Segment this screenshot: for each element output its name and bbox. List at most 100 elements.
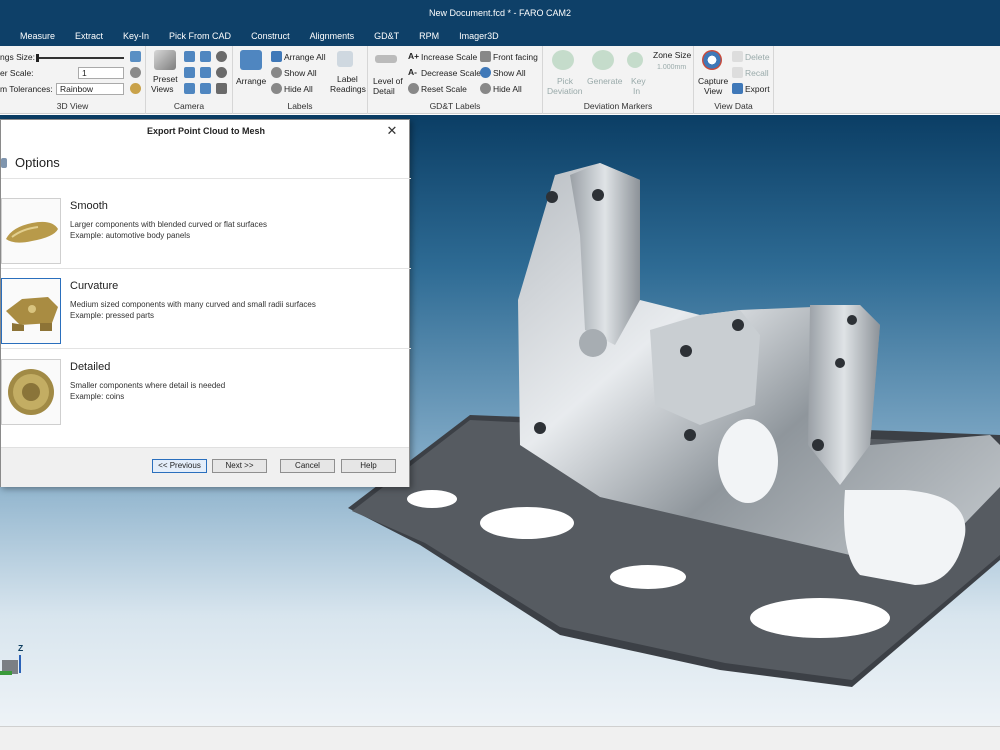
- detailed-title: Detailed: [70, 361, 111, 373]
- key-in-label-2[interactable]: In: [633, 86, 640, 96]
- detailed-example: Example: coins: [70, 392, 125, 401]
- show-all-icon[interactable]: [271, 67, 282, 78]
- export-label[interactable]: Export: [745, 84, 770, 94]
- zone-size-value[interactable]: 1.000mm: [657, 64, 686, 71]
- plate-hole: [610, 565, 686, 589]
- rotate-icon[interactable]: [184, 51, 195, 62]
- gdt-show-all-icon[interactable]: [480, 67, 491, 78]
- bolt-hole: [847, 315, 857, 325]
- option-detailed[interactable]: Detailed Smaller components where detail…: [1, 359, 409, 427]
- decrease-scale-icon[interactable]: A-: [408, 67, 417, 77]
- front-facing-label[interactable]: Front facing: [493, 52, 538, 62]
- zone-size-label: Zone Size: [653, 50, 692, 60]
- settings-size-slider[interactable]: [36, 57, 124, 59]
- zoom-in-icon[interactable]: [200, 51, 211, 62]
- gdt-show-all-label[interactable]: Show All: [493, 68, 526, 78]
- zoom-icon[interactable]: [200, 67, 211, 78]
- group-camera: Preset Views Camera: [146, 46, 233, 114]
- recall-icon[interactable]: [732, 67, 743, 78]
- arrange-label[interactable]: Arrange: [236, 76, 266, 86]
- option-curvature[interactable]: Curvature Medium sized components with m…: [1, 278, 409, 346]
- reset-scale-label[interactable]: Reset Scale: [421, 84, 467, 94]
- bolt-hole: [680, 345, 692, 357]
- slider-knob[interactable]: [36, 54, 39, 62]
- delete-icon[interactable]: [732, 51, 743, 62]
- hide-all-icon[interactable]: [271, 83, 282, 94]
- label-readings-label-2[interactable]: Readings: [330, 84, 366, 94]
- increase-scale-icon[interactable]: A+: [408, 51, 419, 61]
- key-in-icon[interactable]: [627, 52, 643, 68]
- preset-views-label-2[interactable]: Views: [151, 84, 174, 94]
- settings-size-label: ngs Size:: [0, 52, 35, 62]
- menu-key-in[interactable]: Key-In: [113, 26, 159, 46]
- delete-label[interactable]: Delete: [745, 52, 770, 62]
- option-smooth[interactable]: Smooth Larger components with blended cu…: [1, 198, 409, 266]
- group-label-deviation: Deviation Markers: [583, 101, 653, 111]
- grid-icon[interactable]: [130, 51, 141, 62]
- group-labels: Arrange Arrange All Show All Hide All La…: [233, 46, 368, 114]
- scale-input[interactable]: 1: [78, 67, 124, 79]
- close-icon[interactable]: ✕: [385, 124, 399, 138]
- level-of-detail-icon[interactable]: [375, 55, 397, 63]
- palette-icon[interactable]: [130, 83, 141, 94]
- smooth-thumbnail[interactable]: [1, 198, 61, 264]
- next-button[interactable]: Next >>: [212, 459, 267, 473]
- curvature-thumbnail[interactable]: [1, 278, 61, 344]
- decrease-scale-label[interactable]: Decrease Scale: [421, 68, 481, 78]
- hide-all-label[interactable]: Hide All: [284, 84, 313, 94]
- group-label-gdt-labels: GD&T Labels: [429, 101, 481, 111]
- capture-view-icon[interactable]: [702, 50, 722, 70]
- menu-measure[interactable]: Measure: [0, 26, 65, 46]
- key-in-label-1[interactable]: Key: [631, 76, 646, 86]
- reset-scale-icon[interactable]: [408, 83, 419, 94]
- menu-pick-from-cad[interactable]: Pick From CAD: [159, 26, 241, 46]
- reset-view-icon[interactable]: [216, 83, 227, 94]
- menu-extract[interactable]: Extract: [65, 26, 113, 46]
- arrange-icon[interactable]: [240, 50, 262, 70]
- menu-gdt[interactable]: GD&T: [364, 26, 409, 46]
- detailed-thumbnail[interactable]: [1, 359, 61, 425]
- divider: [1, 268, 411, 269]
- export-icon[interactable]: [732, 83, 743, 94]
- show-all-label[interactable]: Show All: [284, 68, 317, 78]
- spin-icon[interactable]: [216, 67, 227, 78]
- bolt-hole: [546, 191, 558, 203]
- menu-imager3d[interactable]: Imager3D: [449, 26, 509, 46]
- arrange-all-label[interactable]: Arrange All: [284, 52, 326, 62]
- generate-label[interactable]: Generate: [587, 76, 622, 86]
- preset-views-label-1[interactable]: Preset: [153, 74, 178, 84]
- bolt-hole: [835, 358, 845, 368]
- tolerances-select[interactable]: Rainbow: [56, 83, 124, 95]
- orbit-icon[interactable]: [216, 51, 227, 62]
- capture-view-label-2[interactable]: View: [704, 86, 722, 96]
- help-button[interactable]: Help: [341, 459, 396, 473]
- globe-icon[interactable]: [130, 67, 141, 78]
- cancel-button[interactable]: Cancel: [280, 459, 335, 473]
- pick-deviation-icon[interactable]: [552, 50, 574, 70]
- group-gdt-labels: Level of Detail A+ Increase Scale A- Dec…: [368, 46, 543, 114]
- preset-views-icon[interactable]: [154, 50, 176, 70]
- label-readings-label-1[interactable]: Label: [337, 74, 358, 84]
- increase-scale-label[interactable]: Increase Scale: [421, 52, 477, 62]
- pan-icon[interactable]: [184, 67, 195, 78]
- window-titlebar: New Document.fcd * - FARO CAM2: [0, 0, 1000, 26]
- recall-label[interactable]: Recall: [745, 68, 769, 78]
- previous-button[interactable]: << Previous: [152, 459, 207, 473]
- fit-icon[interactable]: [200, 83, 211, 94]
- front-facing-icon[interactable]: [480, 51, 491, 62]
- menu-construct[interactable]: Construct: [241, 26, 300, 46]
- level-of-detail-label-1[interactable]: Level of: [373, 76, 403, 86]
- level-of-detail-label-2[interactable]: Detail: [373, 86, 395, 96]
- gdt-hide-all-icon[interactable]: [480, 83, 491, 94]
- plate-hole: [750, 598, 890, 638]
- pick-deviation-label-1[interactable]: Pick: [557, 76, 573, 86]
- capture-view-label-1[interactable]: Capture: [698, 76, 728, 86]
- generate-icon[interactable]: [592, 50, 614, 70]
- arrange-all-icon[interactable]: [271, 51, 282, 62]
- menu-alignments[interactable]: Alignments: [300, 26, 365, 46]
- menu-rpm[interactable]: RPM: [409, 26, 449, 46]
- gdt-hide-all-label[interactable]: Hide All: [493, 84, 522, 94]
- pick-deviation-label-2[interactable]: Deviation: [547, 86, 582, 96]
- axis-icon[interactable]: [184, 83, 195, 94]
- label-readings-icon[interactable]: [337, 51, 353, 67]
